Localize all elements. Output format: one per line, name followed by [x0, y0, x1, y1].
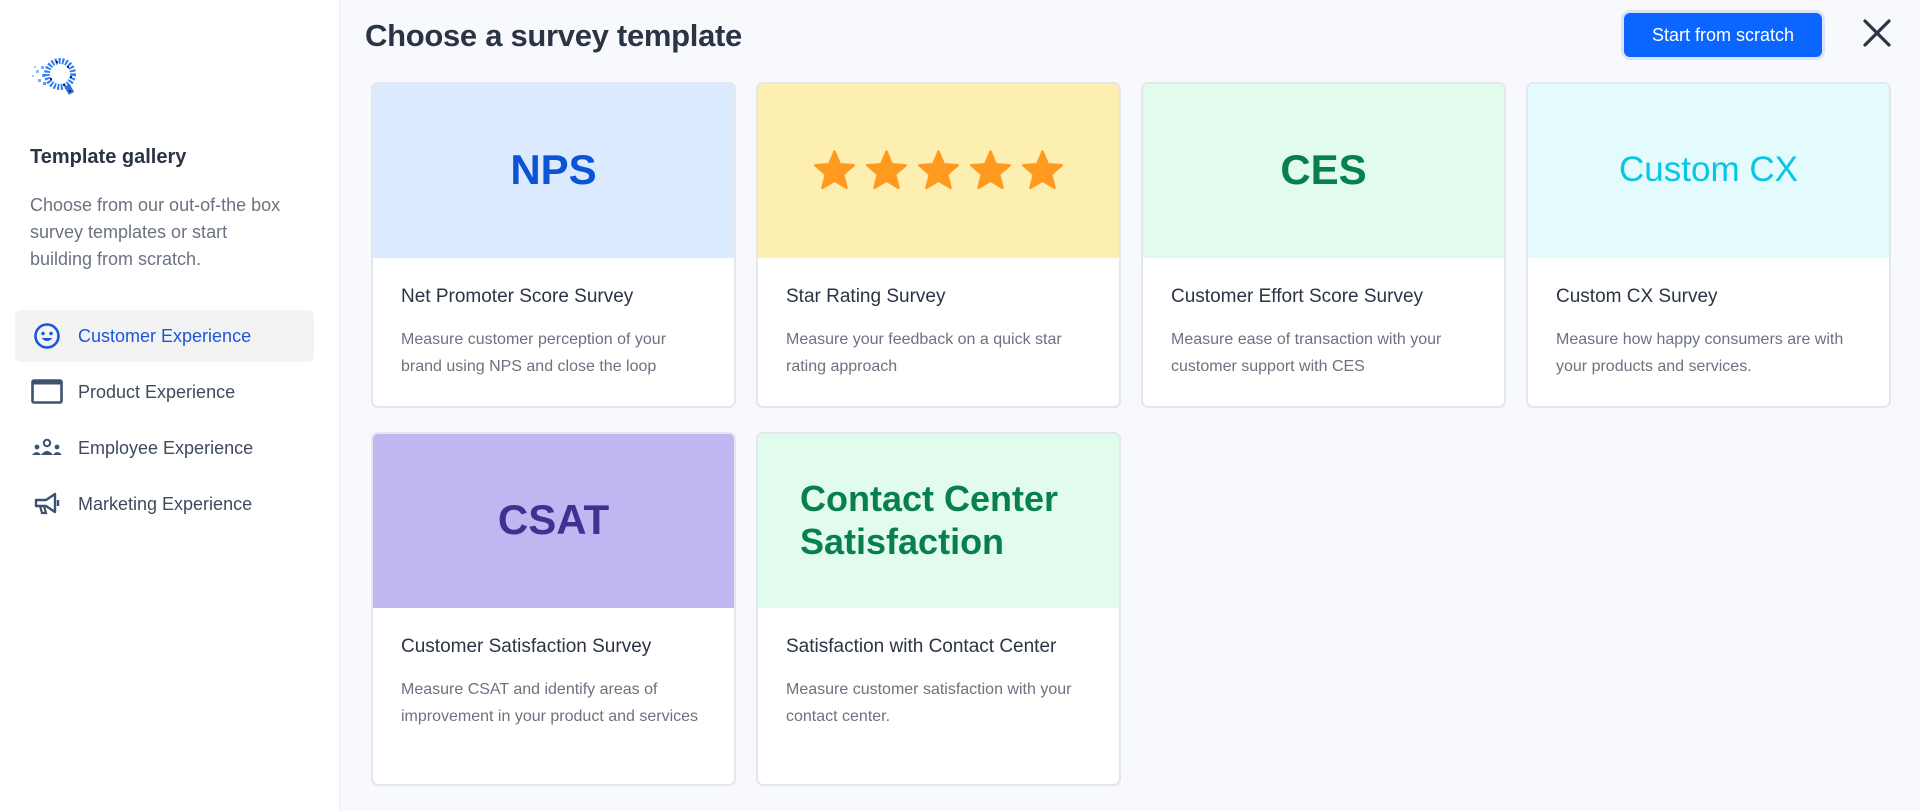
card-description: Measure customer satisfaction with your …: [786, 681, 1072, 725]
card-hero: Contact Center Satisfaction: [758, 434, 1119, 608]
template-grid: NPS Net Promoter Score Survey Measure cu…: [371, 82, 1891, 786]
star-icon: [813, 149, 856, 189]
card-description: Measure how happy consumers are with you…: [1556, 331, 1844, 375]
card-hero: CSAT: [373, 434, 734, 608]
start-from-scratch-button[interactable]: Start from scratch: [1624, 13, 1822, 57]
dotted-q-logo: [30, 52, 84, 102]
card-description: Measure your feedback on a quick star ra…: [786, 331, 1062, 375]
template-card-nps[interactable]: NPS Net Promoter Score Survey Measure cu…: [371, 82, 736, 408]
nav-label: Employee Experience: [78, 437, 254, 458]
people-group-icon: [30, 433, 64, 463]
nav-item-marketing-experience[interactable]: Marketing Experience: [15, 478, 314, 530]
sidebar: Template gallery Choose from our out-of-…: [0, 0, 340, 811]
card-hero: NPS: [373, 84, 734, 258]
star-icon: [1021, 149, 1064, 189]
template-card-star-rating[interactable]: Star Rating Survey Measure your feedback…: [756, 82, 1121, 408]
card-title: Customer Satisfaction Survey: [401, 636, 652, 657]
star-rating: [812, 149, 1065, 192]
card-description: Measure customer perception of your bran…: [401, 331, 667, 375]
card-title: Custom CX Survey: [1556, 286, 1718, 307]
page-title: Choose a survey template: [365, 18, 743, 53]
template-card-csat[interactable]: CSAT Customer Satisfaction Survey Measur…: [371, 432, 736, 786]
nav-label: Customer Experience: [78, 325, 252, 346]
nav-label: Product Experience: [78, 381, 236, 402]
card-hero: CES: [1143, 84, 1504, 258]
sidebar-description: Choose from our out-of-the box survey te…: [30, 195, 281, 269]
close-button[interactable]: [1858, 16, 1896, 54]
nav-item-customer-experience[interactable]: Customer Experience: [15, 310, 314, 362]
template-card-ces[interactable]: CES Customer Effort Score Survey Measure…: [1141, 82, 1506, 408]
card-hero: [758, 84, 1119, 258]
template-card-custom-cx[interactable]: Custom CX Custom CX Survey Measure how h…: [1526, 82, 1891, 408]
megaphone-icon: [30, 489, 64, 519]
card-hero: Custom CX: [1528, 84, 1889, 258]
card-title: Satisfaction with Contact Center: [786, 636, 1057, 657]
card-title: Star Rating Survey: [786, 286, 946, 307]
smiley-icon: [30, 321, 64, 351]
window-icon: [30, 377, 64, 407]
sidebar-title: Template gallery: [30, 146, 187, 168]
category-nav: Customer Experience Product Experience E…: [15, 310, 314, 534]
card-description: Measure CSAT and identify areas of impro…: [401, 681, 699, 725]
card-description: Measure ease of transaction with your cu…: [1171, 331, 1442, 375]
star-icon: [865, 149, 908, 189]
card-title: Customer Effort Score Survey: [1171, 286, 1424, 307]
star-icon: [917, 149, 960, 189]
card-title: Net Promoter Score Survey: [401, 286, 634, 307]
nav-item-product-experience[interactable]: Product Experience: [15, 366, 314, 418]
nav-label: Marketing Experience: [78, 493, 253, 514]
close-icon: [1862, 18, 1892, 53]
nav-item-employee-experience[interactable]: Employee Experience: [15, 422, 314, 474]
template-card-contact-center[interactable]: Contact Center Satisfaction Satisfaction…: [756, 432, 1121, 786]
star-icon: [969, 149, 1012, 189]
